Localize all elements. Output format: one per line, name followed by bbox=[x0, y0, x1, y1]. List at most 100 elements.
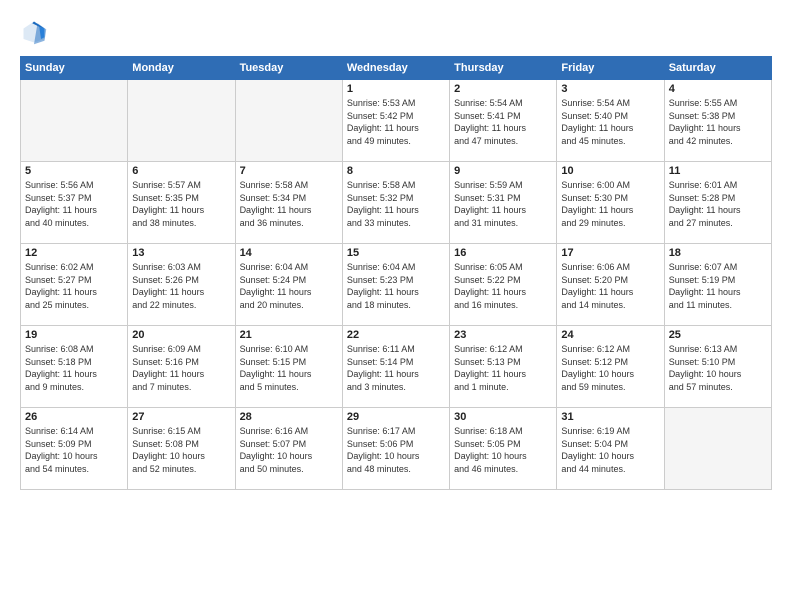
day-number: 22 bbox=[347, 329, 445, 341]
day-number: 9 bbox=[454, 165, 552, 177]
day-number: 14 bbox=[240, 247, 338, 259]
logo-icon bbox=[20, 18, 48, 46]
day-info: Sunrise: 6:12 AM Sunset: 5:13 PM Dayligh… bbox=[454, 343, 552, 393]
day-info: Sunrise: 6:07 AM Sunset: 5:19 PM Dayligh… bbox=[669, 261, 767, 311]
day-info: Sunrise: 5:58 AM Sunset: 5:34 PM Dayligh… bbox=[240, 179, 338, 229]
day-number: 5 bbox=[25, 165, 123, 177]
day-info: Sunrise: 5:58 AM Sunset: 5:32 PM Dayligh… bbox=[347, 179, 445, 229]
day-info: Sunrise: 6:08 AM Sunset: 5:18 PM Dayligh… bbox=[25, 343, 123, 393]
day-of-week-header: Friday bbox=[557, 57, 664, 80]
calendar-cell: 24 Sunrise: 6:12 AM Sunset: 5:12 PM Dayli… bbox=[557, 326, 664, 408]
day-number: 10 bbox=[561, 165, 659, 177]
day-info: Sunrise: 6:05 AM Sunset: 5:22 PM Dayligh… bbox=[454, 261, 552, 311]
calendar-cell: 25 Sunrise: 6:13 AM Sunset: 5:10 PM Dayli… bbox=[664, 326, 771, 408]
calendar-cell: 21 Sunrise: 6:10 AM Sunset: 5:15 PM Dayli… bbox=[235, 326, 342, 408]
day-number: 13 bbox=[132, 247, 230, 259]
calendar-cell: 9 Sunrise: 5:59 AM Sunset: 5:31 PM Daylig… bbox=[450, 162, 557, 244]
day-number: 29 bbox=[347, 411, 445, 423]
day-of-week-header: Monday bbox=[128, 57, 235, 80]
calendar-cell: 5 Sunrise: 5:56 AM Sunset: 5:37 PM Daylig… bbox=[21, 162, 128, 244]
day-info: Sunrise: 6:11 AM Sunset: 5:14 PM Dayligh… bbox=[347, 343, 445, 393]
day-info: Sunrise: 5:57 AM Sunset: 5:35 PM Dayligh… bbox=[132, 179, 230, 229]
calendar-cell: 12 Sunrise: 6:02 AM Sunset: 5:27 PM Dayli… bbox=[21, 244, 128, 326]
day-number: 19 bbox=[25, 329, 123, 341]
day-number: 6 bbox=[132, 165, 230, 177]
calendar-cell: 22 Sunrise: 6:11 AM Sunset: 5:14 PM Dayli… bbox=[342, 326, 449, 408]
day-number: 12 bbox=[25, 247, 123, 259]
day-of-week-header: Wednesday bbox=[342, 57, 449, 80]
day-number: 28 bbox=[240, 411, 338, 423]
day-info: Sunrise: 6:02 AM Sunset: 5:27 PM Dayligh… bbox=[25, 261, 123, 311]
calendar-cell: 31 Sunrise: 6:19 AM Sunset: 5:04 PM Dayli… bbox=[557, 408, 664, 490]
day-info: Sunrise: 6:14 AM Sunset: 5:09 PM Dayligh… bbox=[25, 425, 123, 475]
day-number: 2 bbox=[454, 83, 552, 95]
day-number: 17 bbox=[561, 247, 659, 259]
day-number: 4 bbox=[669, 83, 767, 95]
day-info: Sunrise: 6:13 AM Sunset: 5:10 PM Dayligh… bbox=[669, 343, 767, 393]
calendar-cell: 29 Sunrise: 6:17 AM Sunset: 5:06 PM Dayli… bbox=[342, 408, 449, 490]
day-number: 27 bbox=[132, 411, 230, 423]
day-number: 31 bbox=[561, 411, 659, 423]
calendar-cell: 20Sunrise: 6:09 AM Sunset: 5:16 PM Dayli… bbox=[128, 326, 235, 408]
calendar-cell: 3Sunrise: 5:54 AM Sunset: 5:40 PM Daylig… bbox=[557, 80, 664, 162]
calendar-cell: 13 Sunrise: 6:03 AM Sunset: 5:26 PM Dayli… bbox=[128, 244, 235, 326]
day-number: 8 bbox=[347, 165, 445, 177]
day-number: 1 bbox=[347, 83, 445, 95]
day-of-week-header: Saturday bbox=[664, 57, 771, 80]
calendar-week-row: 12 Sunrise: 6:02 AM Sunset: 5:27 PM Dayli… bbox=[21, 244, 772, 326]
calendar-week-row: 26 Sunrise: 6:14 AM Sunset: 5:09 PM Dayli… bbox=[21, 408, 772, 490]
day-number: 21 bbox=[240, 329, 338, 341]
calendar-cell: 14 Sunrise: 6:04 AM Sunset: 5:24 PM Dayli… bbox=[235, 244, 342, 326]
calendar-cell: 6 Sunrise: 5:57 AM Sunset: 5:35 PM Daylig… bbox=[128, 162, 235, 244]
logo bbox=[20, 18, 52, 46]
calendar-week-row: 1 Sunrise: 5:53 AM Sunset: 5:42 PM Daylig… bbox=[21, 80, 772, 162]
calendar-cell: 17Sunrise: 6:06 AM Sunset: 5:20 PM Dayli… bbox=[557, 244, 664, 326]
calendar-cell: 10 Sunrise: 6:00 AM Sunset: 5:30 PM Dayli… bbox=[557, 162, 664, 244]
day-number: 26 bbox=[25, 411, 123, 423]
calendar-cell bbox=[21, 80, 128, 162]
day-info: Sunrise: 5:56 AM Sunset: 5:37 PM Dayligh… bbox=[25, 179, 123, 229]
day-number: 18 bbox=[669, 247, 767, 259]
day-info: Sunrise: 6:00 AM Sunset: 5:30 PM Dayligh… bbox=[561, 179, 659, 229]
day-of-week-header: Tuesday bbox=[235, 57, 342, 80]
day-info: Sunrise: 6:18 AM Sunset: 5:05 PM Dayligh… bbox=[454, 425, 552, 475]
calendar-cell: 11Sunrise: 6:01 AM Sunset: 5:28 PM Dayli… bbox=[664, 162, 771, 244]
day-info: Sunrise: 6:16 AM Sunset: 5:07 PM Dayligh… bbox=[240, 425, 338, 475]
calendar-cell: 27 Sunrise: 6:15 AM Sunset: 5:08 PM Dayli… bbox=[128, 408, 235, 490]
day-info: Sunrise: 6:19 AM Sunset: 5:04 PM Dayligh… bbox=[561, 425, 659, 475]
day-info: Sunrise: 5:53 AM Sunset: 5:42 PM Dayligh… bbox=[347, 97, 445, 147]
day-info: Sunrise: 5:59 AM Sunset: 5:31 PM Dayligh… bbox=[454, 179, 552, 229]
day-number: 23 bbox=[454, 329, 552, 341]
calendar-cell: 1 Sunrise: 5:53 AM Sunset: 5:42 PM Daylig… bbox=[342, 80, 449, 162]
day-info: Sunrise: 6:10 AM Sunset: 5:15 PM Dayligh… bbox=[240, 343, 338, 393]
calendar-cell: 15Sunrise: 6:04 AM Sunset: 5:23 PM Dayli… bbox=[342, 244, 449, 326]
calendar-cell: 28 Sunrise: 6:16 AM Sunset: 5:07 PM Dayli… bbox=[235, 408, 342, 490]
day-number: 24 bbox=[561, 329, 659, 341]
calendar-cell: 30Sunrise: 6:18 AM Sunset: 5:05 PM Dayli… bbox=[450, 408, 557, 490]
day-info: Sunrise: 6:04 AM Sunset: 5:24 PM Dayligh… bbox=[240, 261, 338, 311]
calendar-page: SundayMondayTuesdayWednesdayThursdayFrid… bbox=[0, 0, 792, 612]
day-info: Sunrise: 6:15 AM Sunset: 5:08 PM Dayligh… bbox=[132, 425, 230, 475]
day-number: 7 bbox=[240, 165, 338, 177]
day-info: Sunrise: 5:55 AM Sunset: 5:38 PM Dayligh… bbox=[669, 97, 767, 147]
day-info: Sunrise: 5:54 AM Sunset: 5:40 PM Dayligh… bbox=[561, 97, 659, 147]
calendar-cell: 2Sunrise: 5:54 AM Sunset: 5:41 PM Daylig… bbox=[450, 80, 557, 162]
day-info: Sunrise: 6:03 AM Sunset: 5:26 PM Dayligh… bbox=[132, 261, 230, 311]
day-of-week-header: Sunday bbox=[21, 57, 128, 80]
calendar-week-row: 19 Sunrise: 6:08 AM Sunset: 5:18 PM Dayli… bbox=[21, 326, 772, 408]
day-info: Sunrise: 6:12 AM Sunset: 5:12 PM Dayligh… bbox=[561, 343, 659, 393]
day-info: Sunrise: 6:04 AM Sunset: 5:23 PM Dayligh… bbox=[347, 261, 445, 311]
calendar-cell: 23 Sunrise: 6:12 AM Sunset: 5:13 PM Dayli… bbox=[450, 326, 557, 408]
calendar-cell bbox=[128, 80, 235, 162]
day-info: Sunrise: 6:01 AM Sunset: 5:28 PM Dayligh… bbox=[669, 179, 767, 229]
day-number: 16 bbox=[454, 247, 552, 259]
header bbox=[20, 18, 772, 46]
calendar-cell bbox=[235, 80, 342, 162]
calendar-cell: 18 Sunrise: 6:07 AM Sunset: 5:19 PM Dayli… bbox=[664, 244, 771, 326]
day-info: Sunrise: 6:17 AM Sunset: 5:06 PM Dayligh… bbox=[347, 425, 445, 475]
calendar-week-row: 5 Sunrise: 5:56 AM Sunset: 5:37 PM Daylig… bbox=[21, 162, 772, 244]
calendar-table: SundayMondayTuesdayWednesdayThursdayFrid… bbox=[20, 56, 772, 490]
calendar-cell: 26 Sunrise: 6:14 AM Sunset: 5:09 PM Dayli… bbox=[21, 408, 128, 490]
day-number: 25 bbox=[669, 329, 767, 341]
calendar-cell bbox=[664, 408, 771, 490]
